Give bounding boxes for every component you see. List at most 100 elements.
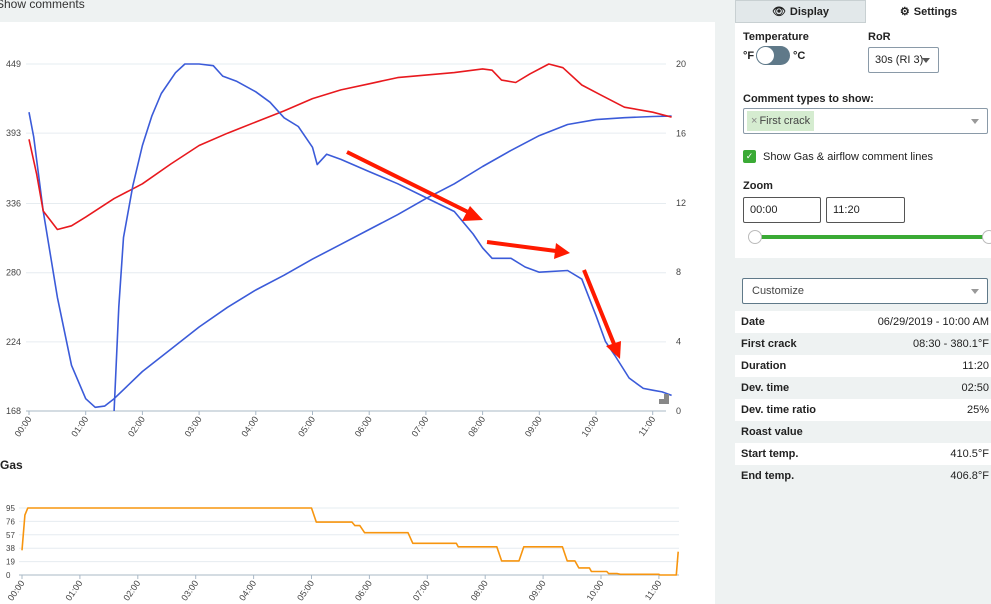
zoom-slider-track[interactable] <box>755 235 991 239</box>
x-tick-label: 08:00 <box>469 578 490 602</box>
series-line-2 <box>113 63 672 412</box>
gas-chart-title: Gas <box>0 458 23 472</box>
detail-value: 08:30 - 380.1°F <box>913 338 989 350</box>
x-tick-label: 07:00 <box>409 414 430 438</box>
temperature-label: Temperature <box>743 31 809 43</box>
detail-label: Date <box>741 316 765 328</box>
x-tick-label: 11:00 <box>637 414 658 438</box>
gear-icon: ⚙ <box>899 6 910 18</box>
side-panel: 👁 Display ⚙ Settings Temperature °F °C RoR… <box>735 0 991 604</box>
x-tick-label: 09:00 <box>523 414 544 438</box>
detail-value: 06/29/2019 - 10:00 AM <box>877 316 989 328</box>
detail-value: 11:20 <box>962 360 989 372</box>
arrow-head <box>606 341 621 359</box>
y-tick-label: 19 <box>6 558 15 567</box>
x-tick-label: 00:00 <box>13 414 34 438</box>
annotation-arrows <box>346 150 621 359</box>
detail-value: 406.8°F <box>950 470 989 482</box>
y-right-tick-label: 0 <box>676 406 681 416</box>
x-tick-label: 08:00 <box>466 414 487 438</box>
comment-marker-icon[interactable] <box>659 394 669 404</box>
y-right-tick-label: 12 <box>676 198 686 208</box>
detail-label: End temp. <box>741 470 795 482</box>
ror-label: RoR <box>868 31 891 43</box>
detail-label: First crack <box>741 338 797 350</box>
y-tick-label: 449 <box>6 59 21 69</box>
detail-label: Dev. time ratio <box>741 404 816 416</box>
x-tick-label: 07:00 <box>411 578 432 602</box>
detail-row: Roast value <box>735 421 991 443</box>
y-right-tick-label: 16 <box>676 128 686 138</box>
chevron-down-icon <box>971 119 979 124</box>
x-tick-label: 03:00 <box>183 414 204 438</box>
x-tick-label: 02:00 <box>126 414 147 438</box>
y-tick-label: 0 <box>6 571 11 580</box>
detail-label: Duration <box>741 360 787 372</box>
zoom-label: Zoom <box>743 180 773 192</box>
ror-select[interactable]: 30s (RI 3) <box>868 47 939 73</box>
y-tick-label: 38 <box>6 544 15 553</box>
x-tick-label: 10:00 <box>580 414 601 438</box>
x-tick-label: 10:00 <box>585 578 606 602</box>
detail-row: End temp. 406.8°F <box>735 465 991 487</box>
customize-select[interactable]: Customize <box>742 278 988 304</box>
series-line-0 <box>28 112 672 409</box>
y-tick-label: 76 <box>6 517 15 526</box>
detail-row: Dev. time ratio 25% <box>735 399 991 421</box>
y-tick-label: 95 <box>6 504 15 513</box>
detail-value: 410.5°F <box>950 448 989 460</box>
annotation-arrow <box>486 240 557 253</box>
tab-display[interactable]: 👁 Display <box>735 0 866 23</box>
temperature-unit-toggle[interactable] <box>756 46 790 65</box>
zoom-start-input[interactable]: 00:00 <box>743 197 821 223</box>
y-tick-label: 393 <box>6 128 21 138</box>
zoom-end-input[interactable]: 11:20 <box>826 197 905 223</box>
x-tick-label: 00:00 <box>6 578 27 602</box>
detail-row: Start temp. 410.5°F <box>735 443 991 465</box>
y-tick-label: 224 <box>6 337 21 347</box>
x-tick-label: 06:00 <box>353 578 374 602</box>
x-tick-label: 11:00 <box>643 578 664 602</box>
y-right-tick-label: 8 <box>676 267 681 277</box>
arrow-head <box>554 243 570 259</box>
series-line-1 <box>28 63 672 231</box>
x-tick-label: 04:00 <box>239 414 260 438</box>
detail-row: First crack 08:30 - 380.1°F <box>735 333 991 355</box>
zoom-slider-handle-end[interactable] <box>982 230 991 244</box>
comment-types-select[interactable]: × First crack <box>743 108 988 134</box>
unit-f-label: °F <box>743 50 755 62</box>
toggle-knob <box>757 47 774 64</box>
detail-label: Dev. time <box>741 382 790 394</box>
ror-value: 30s (RI 3) <box>875 54 924 66</box>
detail-value: 25% <box>966 404 989 416</box>
x-tick-label: 01:00 <box>63 578 84 602</box>
comment-types-label: Comment types to show: <box>743 93 874 105</box>
settings-panel: Temperature °F °C RoR 30s (RI 3) Comment… <box>735 23 991 258</box>
chevron-down-icon <box>971 289 979 294</box>
y-right-tick-label: 20 <box>676 59 686 69</box>
y-tick-label: 336 <box>6 199 21 209</box>
x-tick-label: 09:00 <box>527 578 548 602</box>
y-tick-label: 57 <box>6 531 15 540</box>
arrow-head <box>462 206 483 221</box>
detail-label: Start temp. <box>741 448 799 460</box>
show-gas-checkbox[interactable]: ✓ <box>743 150 756 163</box>
x-tick-label: 05:00 <box>295 578 316 602</box>
zoom-slider-handle-start[interactable] <box>748 230 762 244</box>
show-gas-label: Show Gas & airflow comment lines <box>763 151 933 163</box>
comment-tag: × First crack <box>747 111 815 131</box>
annotation-arrow <box>582 269 616 345</box>
tab-settings[interactable]: ⚙ Settings <box>866 0 991 23</box>
y-right-tick-label: 4 <box>676 337 681 347</box>
x-tick-label: 01:00 <box>69 414 90 438</box>
tag-remove-icon[interactable]: × <box>751 115 757 127</box>
eye-icon: 👁 <box>771 6 786 18</box>
x-tick-label: 06:00 <box>353 414 374 438</box>
detail-label: Roast value <box>741 426 803 438</box>
y-tick-label: 280 <box>6 268 21 278</box>
detail-row: Dev. time 02:50 <box>735 377 991 399</box>
detail-row: Duration 11:20 <box>735 355 991 377</box>
x-tick-label: 05:00 <box>296 414 317 438</box>
x-tick-label: 03:00 <box>179 578 200 602</box>
chevron-down-icon <box>922 58 930 63</box>
